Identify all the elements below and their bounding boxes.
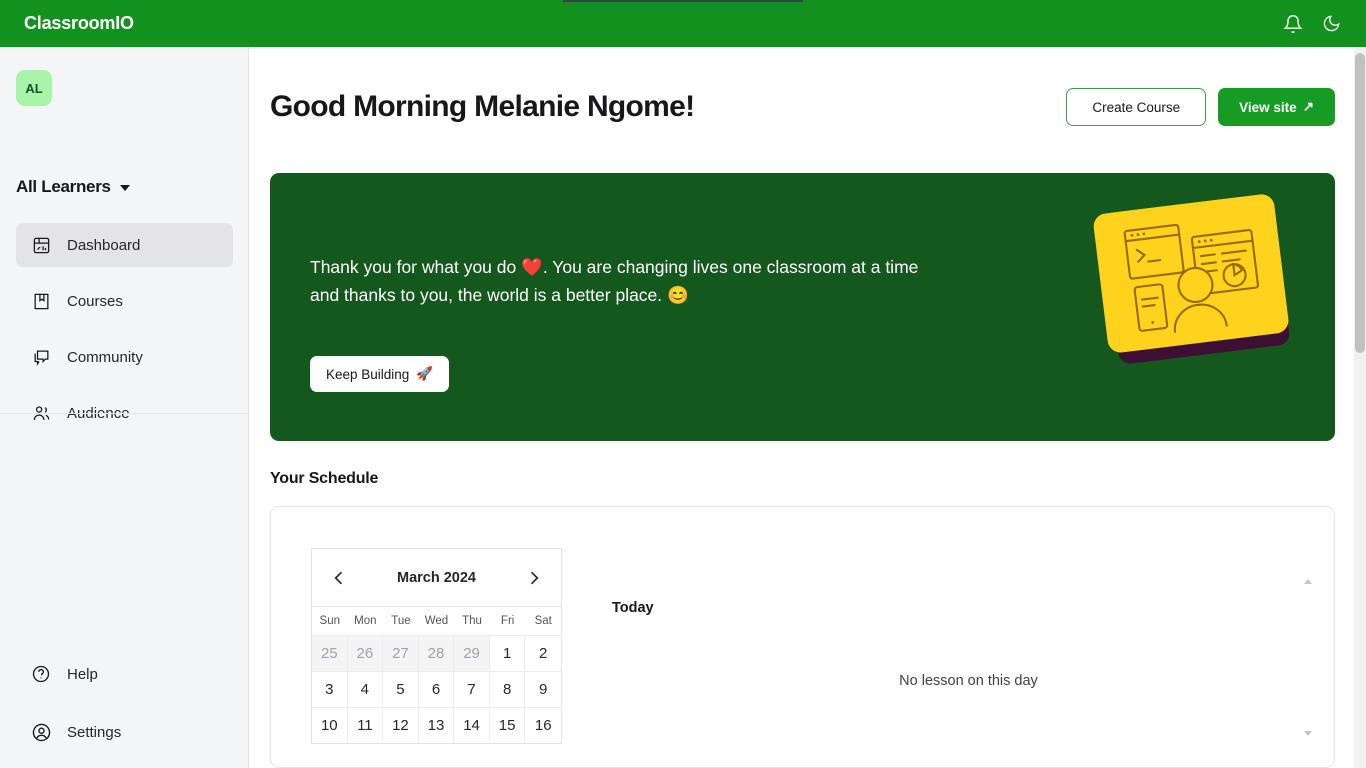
sidebar-item-label: Help [67, 665, 98, 683]
help-circle-icon [30, 663, 52, 685]
calendar-weekday: Sun [319, 615, 341, 627]
view-site-label: View site [1239, 99, 1297, 115]
keep-building-label: Keep Building [326, 366, 410, 382]
calendar-day-cell[interactable]: 4 [347, 671, 384, 707]
calendar-weekday: Sat [534, 615, 552, 627]
greeting-actions: Create Course View site ↗ [1066, 88, 1335, 126]
sidebar-item-settings[interactable]: Settings [16, 710, 233, 754]
banner-illustration [1087, 181, 1307, 431]
external-link-arrow-icon: ↗ [1302, 99, 1314, 114]
calendar-weekday: Mon [354, 615, 377, 627]
sidebar-item-dashboard[interactable]: Dashboard [16, 223, 233, 267]
sidebar-item-label: Courses [67, 292, 123, 310]
greeting-row: Good Morning Melanie Ngome! Create Cours… [270, 88, 1335, 126]
calendar-day-cell[interactable]: 9 [525, 671, 561, 707]
schedule-empty-state: No lesson on this day [899, 673, 1038, 689]
sidebar-item-label: Settings [67, 723, 122, 741]
calendar-weekday: Wed [424, 615, 449, 627]
view-site-button[interactable]: View site ↗ [1218, 88, 1335, 126]
calendar-header: March 2024 [312, 549, 561, 606]
calendar-day-cell[interactable]: 29 [454, 635, 490, 671]
calendar-day-cell[interactable]: 12 [383, 707, 419, 743]
calendar-day-cell[interactable]: 6 [418, 671, 455, 707]
notification-bell-icon[interactable] [1282, 13, 1304, 35]
calendar-day-cell[interactable]: 25 [312, 635, 348, 671]
sidebar-item-courses[interactable]: Courses [16, 279, 233, 323]
welcome-banner: Thank you for what you do ❤️. You are ch… [270, 173, 1335, 441]
calendar-prev-month-button[interactable] [326, 565, 352, 591]
app-brand-logo[interactable]: ClassroomIO [24, 13, 134, 34]
page-title: Good Morning Melanie Ngome! [270, 90, 695, 123]
calendar-day-cell[interactable]: 5 [383, 671, 419, 707]
calendar-month-label: March 2024 [397, 569, 476, 586]
schedule-scroll-down-icon[interactable] [1304, 731, 1312, 736]
calendar-day-grid: 25 26 27 28 29 1 2 3 4 5 6 7 8 9 10 11 12 13 14 15 16 [312, 635, 561, 743]
calendar-day-cell[interactable]: 16 [525, 707, 561, 743]
calendar-weekday: Tue [391, 615, 411, 627]
calendar-day-cell[interactable]: 2 [525, 635, 561, 671]
page-scrollbar-track[interactable] [1354, 47, 1366, 768]
rocket-emoji-icon: 🚀 [416, 366, 434, 381]
schedule-card: March 2024 Sun Mon Tue Wed Thu Fri Sat 25 26 27 2… [270, 506, 1335, 768]
keep-building-button[interactable]: Keep Building 🚀 [310, 356, 450, 392]
app-header: ClassroomIO [0, 0, 1366, 47]
calendar-day-cell[interactable]: 1 [489, 635, 526, 671]
sidebar-divider [0, 413, 248, 414]
avatar[interactable]: AL [16, 70, 52, 106]
schedule-scroll-up-icon[interactable] [1304, 579, 1312, 584]
calendar-weekday: Fri [500, 615, 515, 627]
calendar-day-cell[interactable]: 7 [454, 671, 490, 707]
chat-icon [30, 346, 52, 368]
banner-message: Thank you for what you do ❤️. You are ch… [310, 257, 919, 305]
calendar-widget: March 2024 Sun Mon Tue Wed Thu Fri Sat 25 26 27 2… [311, 548, 562, 744]
sidebar-nav-bottom: Help Settings [0, 652, 249, 768]
sidebar-nav-main: Dashboard Courses Community Audience [0, 178, 249, 447]
sidebar-item-community[interactable]: Community [16, 335, 233, 379]
calendar-weekday: Thu [462, 615, 482, 627]
calendar-day-cell[interactable]: 26 [347, 635, 384, 671]
calendar-day-cell[interactable]: 13 [418, 707, 455, 743]
dashboard-icon [30, 234, 52, 256]
header-actions [1282, 13, 1342, 35]
calendar-day-cell[interactable]: 10 [312, 707, 348, 743]
calendar-day-cell[interactable]: 14 [454, 707, 490, 743]
calendar-day-cell[interactable]: 8 [489, 671, 526, 707]
page-scrollbar-thumb[interactable] [1355, 53, 1365, 353]
create-course-button[interactable]: Create Course [1066, 88, 1207, 126]
main-content: Good Morning Melanie Ngome! Create Cours… [249, 47, 1354, 768]
calendar-day-cell[interactable]: 27 [383, 635, 419, 671]
calendar-day-cell[interactable]: 11 [347, 707, 384, 743]
calendar-day-cell[interactable]: 28 [418, 635, 455, 671]
sidebar-item-label: Dashboard [67, 236, 141, 254]
schedule-section-title: Your Schedule [270, 470, 379, 487]
dark-mode-moon-icon[interactable] [1320, 13, 1342, 35]
screen-edge-artifact [563, 0, 803, 2]
book-icon [30, 290, 52, 312]
calendar-day-cell[interactable]: 3 [312, 671, 348, 707]
calendar-day-cell[interactable]: 15 [489, 707, 526, 743]
sidebar-item-help[interactable]: Help [16, 652, 233, 696]
sidebar: AL All Learners Dashboard Courses Commun… [0, 47, 249, 768]
today-label: Today [612, 600, 654, 616]
user-circle-icon [30, 721, 52, 743]
sidebar-item-label: Community [67, 348, 143, 366]
calendar-weekday-header: Sun Mon Tue Wed Thu Fri Sat [312, 606, 561, 635]
calendar-next-month-button[interactable] [521, 565, 547, 591]
